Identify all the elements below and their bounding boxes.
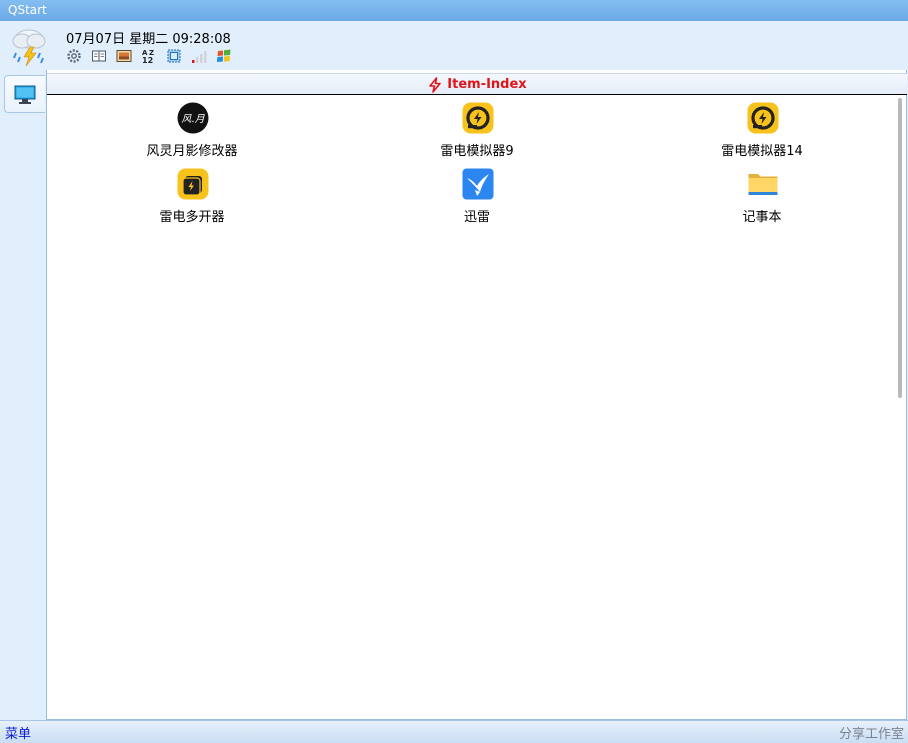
title-bar: QStart [0, 0, 908, 21]
app-item-thunder[interactable]: 迅雷 [377, 163, 577, 225]
svg-text:风.月: 风.月 [181, 114, 205, 125]
app-item-fengling[interactable]: 风.月 风灵月影修改器 [92, 97, 292, 159]
thunder-bird-icon [462, 168, 494, 200]
app-label: 记事本 [742, 210, 782, 225]
app-item-ld-multi[interactable]: 雷电多开器 [92, 163, 292, 225]
folder-icon [748, 174, 778, 195]
app-item-notepad[interactable]: 记事本 [662, 163, 862, 225]
app-label: 雷电模拟器14 [721, 144, 803, 159]
ldplayer-icon [747, 102, 779, 134]
settings-icon[interactable] [66, 48, 82, 64]
lightning-icon [429, 76, 442, 93]
datetime-display: 07月07日 星期二 09:28:08 [66, 32, 231, 47]
section-title: Item-Index [427, 74, 527, 95]
weather-thunder-rain-icon[interactable] [10, 25, 48, 69]
app-label: 雷电模拟器9 [440, 144, 514, 159]
studio-credit: 分享工作室 [838, 727, 904, 742]
main-panel: Item-Index 风.月 风灵月影修改器 雷电模拟器9 雷电模拟器14 雷电… [46, 70, 907, 720]
sidebar [0, 70, 46, 720]
ldplayer-icon [462, 102, 494, 134]
status-bar: 菜单 分享工作室 [0, 720, 908, 743]
sidebar-tab-desktop[interactable] [4, 75, 45, 113]
app-label: 雷电多开器 [159, 210, 225, 225]
header-panel: 07月07日 星期二 09:28:08 A Z 12 [0, 21, 908, 70]
book-icon[interactable] [91, 48, 107, 64]
signal-bars-icon[interactable] [191, 48, 207, 64]
ld-multi-icon [177, 168, 209, 200]
section-title-text: Item-Index [447, 77, 527, 92]
app-item-ldplayer14[interactable]: 雷电模拟器14 [662, 97, 862, 159]
app-label: 风灵月影修改器 [146, 144, 238, 159]
section-header[interactable]: Item-Index [47, 73, 907, 95]
vertical-scrollbar[interactable] [898, 98, 902, 398]
desktop-monitor-icon [14, 85, 36, 104]
app-item-ldplayer9[interactable]: 雷电模拟器9 [377, 97, 577, 159]
fengling-app-icon: 风.月 [177, 102, 209, 134]
app-grid: 风.月 风灵月影修改器 雷电模拟器9 雷电模拟器14 雷电多开器 迅雷 记事本 [47, 97, 896, 697]
sort-az-icon[interactable]: A Z 12 [141, 48, 157, 64]
svg-text:12: 12 [142, 56, 153, 64]
window-title: QStart [8, 3, 47, 17]
menu-link[interactable]: 菜单 [5, 723, 31, 742]
screen-select-icon[interactable] [166, 48, 182, 64]
picture-icon[interactable] [116, 48, 132, 64]
app-label: 迅雷 [463, 210, 490, 225]
quick-toolbar: A Z 12 [66, 48, 232, 64]
windows-logo-icon[interactable] [216, 48, 232, 64]
